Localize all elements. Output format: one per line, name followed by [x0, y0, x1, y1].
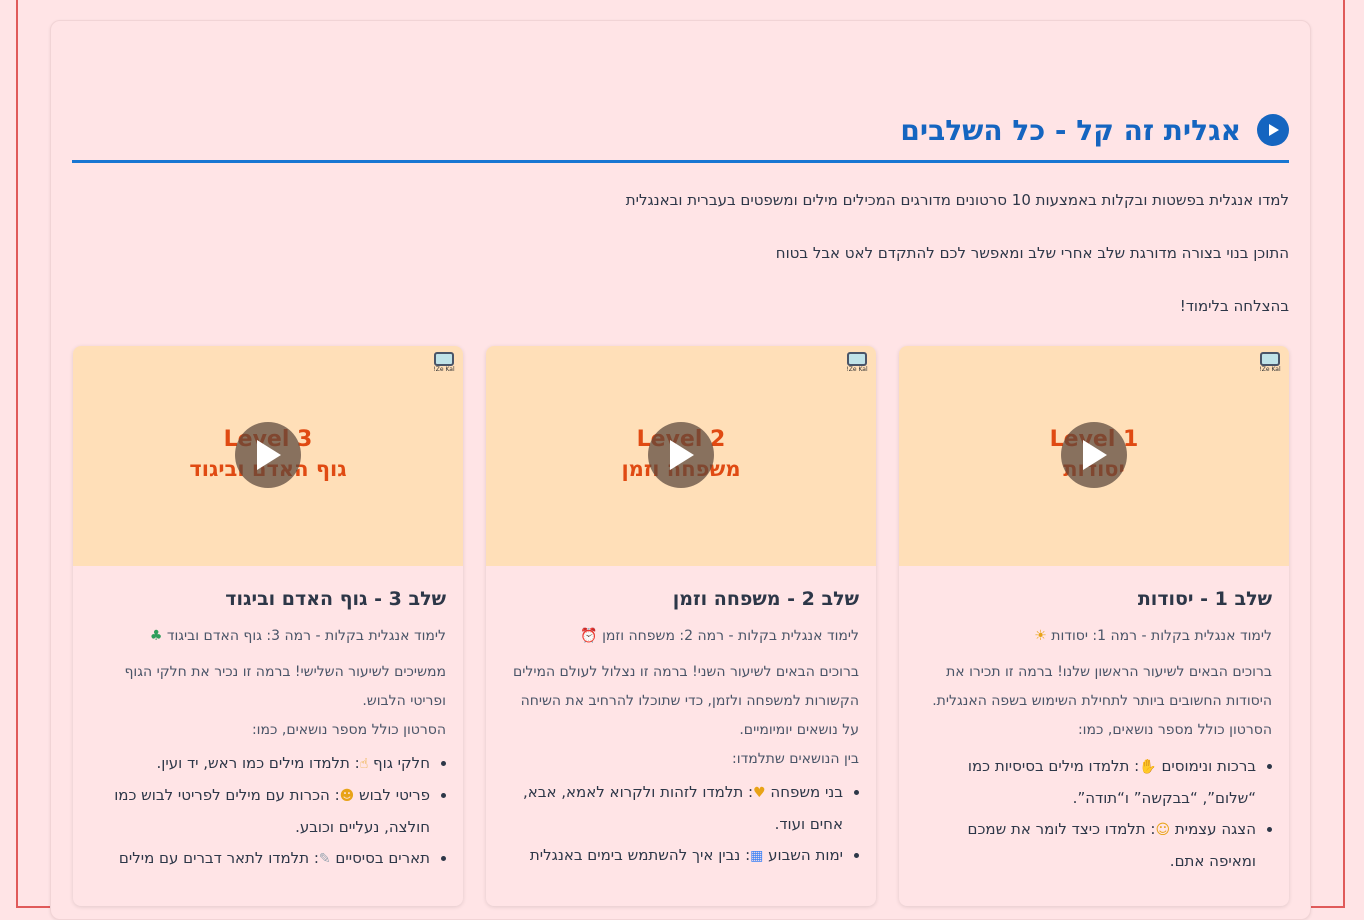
level-card-2[interactable]: Ze Kal! Level 2 משפחה וזמן שלב 2 - משפחה…	[486, 346, 876, 906]
list-item: בני משפחה ♥: תלמדו לזהות ולקרוא לאמא, אב…	[503, 777, 843, 840]
calendar-icon: ▦	[750, 848, 764, 864]
alarm-clock-icon: ⏰	[580, 628, 598, 644]
intro-line-1: למדו אנגלית בפשטות ובקלות באמצעות 10 סרט…	[625, 191, 1289, 209]
list-item: ימות השבוע ▦: נבין איך להשתמש בימים באנג…	[503, 840, 843, 872]
card-subtitle: לימוד אנגלית בקלות - רמה 3: גוף האדם ובי…	[149, 628, 446, 644]
video-thumbnail-3[interactable]: Ze Kal! Level 3 גוף האדם וביגוד	[73, 346, 463, 566]
list-item: חלקי גוף ☝: תלמדו מילים כמו ראש, יד ועין…	[90, 748, 430, 780]
video-thumbnail-1[interactable]: Ze Kal! Level 1 יסודות	[899, 346, 1289, 566]
shirt-icon: ♣	[149, 628, 163, 644]
video-thumbnail-2[interactable]: Ze Kal! Level 2 משפחה וזמן	[486, 346, 876, 566]
card-title: שלב 2 - משפחה וזמן	[672, 588, 859, 610]
ze-kal-logo-icon: Ze Kal!	[433, 352, 455, 374]
list-item: תארים בסיסיים ✎: תלמדו לתאר דברים עם מיל…	[90, 843, 430, 875]
sun-icon: ☀	[1034, 628, 1047, 644]
play-circle-icon[interactable]	[1257, 114, 1289, 146]
person-icon: ☺	[1155, 822, 1171, 838]
topic-list: ברכות ונימוסים ✋: תלמדו מילים בסיסיות כמ…	[916, 751, 1272, 877]
card-description: ממשיכים לשיעור השלישי! ברמה זו נכיר את ח…	[124, 664, 446, 709]
baby-icon: ☻	[339, 788, 355, 804]
topics-label: בין הנושאים שתלמדו:	[732, 751, 859, 767]
page-header: אגלית זה קל - כל השלבים	[72, 100, 1289, 160]
hand-pointing-icon: ☝	[359, 756, 369, 772]
waving-hand-icon: ✋	[1139, 759, 1157, 775]
level-card-1[interactable]: Ze Kal! Level 1 יסודות שלב 1 - יסודות לי…	[899, 346, 1289, 906]
title-divider	[72, 160, 1289, 163]
video-play-icon[interactable]	[1061, 422, 1127, 488]
card-title: שלב 3 - גוף האדם וביגוד	[225, 588, 446, 610]
card-description: ברוכים הבאים לשיעור השני! ברמה זו נצלול …	[512, 664, 859, 738]
card-title: שלב 1 - יסודות	[1137, 588, 1272, 610]
topic-list: חלקי גוף ☝: תלמדו מילים כמו ראש, יד ועין…	[90, 748, 446, 875]
ruler-icon: ✎	[318, 851, 331, 867]
video-play-icon[interactable]	[648, 422, 714, 488]
list-item: הצגה עצמית ☺: תלמדו כיצד לומר את שמכם ומ…	[916, 814, 1257, 877]
ze-kal-logo-icon: Ze Kal!	[1259, 352, 1281, 374]
video-play-icon[interactable]	[235, 422, 301, 488]
list-item: ברכות ונימוסים ✋: תלמדו מילים בסיסיות כמ…	[916, 751, 1256, 814]
list-item: פריטי לבוש ☻: הכרות עם מילים לפריטי לבוש…	[90, 780, 430, 843]
intro-line-3: בהצלחה בלימוד!	[1179, 297, 1289, 315]
ze-kal-logo-icon: Ze Kal!	[846, 352, 868, 374]
family-icon: ♥	[753, 785, 766, 801]
card-subtitle: לימוד אנגלית בקלות - רמה 2: משפחה וזמן ⏰	[580, 628, 859, 644]
page-title: אגלית זה קל - כל השלבים	[900, 113, 1241, 147]
intro-line-2: התוכן בנוי בצורה מדורגת שלב אחרי שלב ומא…	[775, 244, 1289, 262]
level-card-3[interactable]: Ze Kal! Level 3 גוף האדם וביגוד שלב 3 - …	[73, 346, 463, 906]
topics-label: הסרטון כולל מספר נושאים, כמו:	[251, 722, 446, 738]
card-subtitle: לימוד אנגלית בקלות - רמה 1: יסודות ☀	[1034, 628, 1272, 644]
card-description: ברוכים הבאים לשיעור הראשון שלנו! ברמה זו…	[932, 664, 1272, 738]
topic-list: בני משפחה ♥: תלמדו לזהות ולקרוא לאמא, אב…	[503, 777, 859, 872]
level-cards: Ze Kal! Level 1 יסודות שלב 1 - יסודות לי…	[73, 346, 1289, 906]
